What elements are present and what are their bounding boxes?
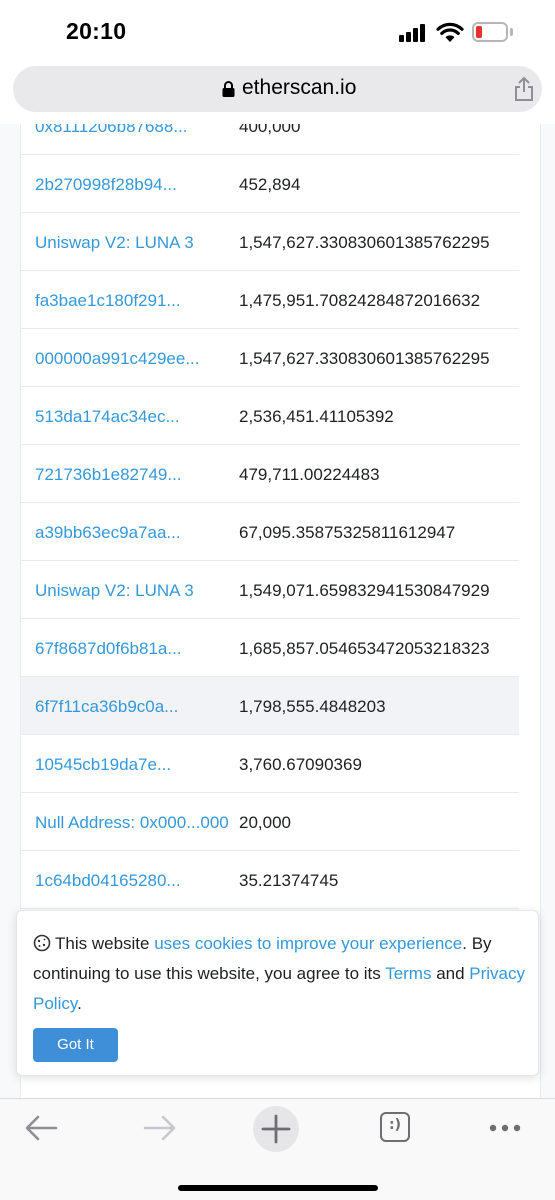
holder-address-text: a39bb63ec9a7aa... bbox=[35, 523, 181, 542]
cookie-icon bbox=[33, 934, 51, 952]
new-tab-button[interactable] bbox=[253, 1106, 299, 1152]
holder-quantity: 400,000 bbox=[239, 124, 301, 136]
holder-address-link[interactable]: a39bb63ec9a7aa... bbox=[35, 522, 235, 544]
holder-quantity: 479,711.00224483 bbox=[239, 465, 380, 484]
holder-quantity: 2,536,451.41105392 bbox=[239, 407, 394, 426]
table-row: 67f8687d0f6b81a... 1,685,857.054653472053… bbox=[21, 619, 519, 677]
lock-icon bbox=[222, 81, 235, 97]
holder-address-text: Null Address: 0x000...000 bbox=[35, 813, 229, 832]
browser-toolbar: :) bbox=[0, 1098, 555, 1200]
holder-quantity: 3,760.67090369 bbox=[239, 755, 362, 774]
holder-quantity: 1,549,071.659832941530847929 bbox=[239, 581, 490, 600]
cookie-text: This website uses cookies to improve you… bbox=[33, 929, 528, 1019]
holder-address-text: fa3bae1c180f291... bbox=[35, 291, 181, 310]
holder-address-link[interactable]: fa3bae1c180f291... bbox=[35, 290, 235, 312]
table-row: 513da174ac34ec... 2,536,451.41105392 bbox=[21, 387, 519, 445]
cookie-text-4: . bbox=[77, 994, 82, 1013]
table-row: fa3bae1c180f291... 1,475,951.708242848720… bbox=[21, 271, 519, 329]
back-arrow-icon[interactable] bbox=[20, 1111, 64, 1145]
holder-address-text: Uniswap V2: LUNA 3 bbox=[35, 581, 194, 600]
wifi-icon bbox=[436, 22, 464, 42]
cookie-policy-link[interactable]: uses cookies to improve your experience bbox=[154, 934, 462, 953]
share-icon[interactable] bbox=[512, 76, 536, 102]
new-tab-plus-icon bbox=[261, 1114, 291, 1144]
holder-quantity: 1,547,627.330830601385762295 bbox=[239, 233, 490, 252]
holder-quantity: 1,798,555.4848203 bbox=[239, 697, 386, 716]
holder-address-text: 0x8111206b87688... bbox=[35, 124, 188, 136]
table-row: 6f7f11ca36b9c0a... 1,798,555.4848203 bbox=[21, 677, 519, 735]
holder-address-link[interactable]: 67f8687d0f6b81a... bbox=[35, 638, 235, 660]
holder-address-text: 67f8687d0f6b81a... bbox=[35, 639, 182, 658]
holder-address-text: 000000a991c429ee... bbox=[35, 349, 200, 368]
holder-address-link[interactable]: 513da174ac34ec... bbox=[35, 406, 235, 428]
holder-address-text: 6f7f11ca36b9c0a... bbox=[35, 697, 179, 716]
address-bar[interactable]: etherscan.io bbox=[13, 66, 542, 112]
table-row: Uniswap V2: LUNA 3 1,549,071.659832941530… bbox=[21, 561, 519, 619]
table-row: 721736b1e82749... 479,711.00224483 bbox=[21, 445, 519, 503]
holder-quantity: 67,095.35875325811612947 bbox=[239, 523, 456, 542]
terms-link[interactable]: Terms bbox=[385, 964, 431, 983]
holder-address-link[interactable]: 2b270998f28b94... bbox=[35, 174, 235, 196]
table-row: 000000a991c429ee... 1,547,627.33083060138… bbox=[21, 329, 519, 387]
holder-quantity: 1,475,951.70824284872016632 bbox=[239, 291, 481, 310]
cookie-banner: This website uses cookies to improve you… bbox=[16, 910, 539, 1076]
cookie-text-3: and bbox=[431, 964, 470, 983]
table-row: a39bb63ec9a7aa... 67,095.3587532581161294… bbox=[21, 503, 519, 561]
tabs-icon[interactable]: :) bbox=[380, 1112, 410, 1142]
more-dots-icon[interactable] bbox=[483, 1111, 527, 1145]
table-row: 1c64bd04165280... 35.21374745 bbox=[21, 851, 519, 909]
table-row: 2b270998f28b94... 452,894 bbox=[21, 155, 519, 213]
cookie-text-1: This website bbox=[55, 934, 155, 953]
battery-icon bbox=[472, 22, 508, 42]
status-bar: 20:10 bbox=[0, 0, 555, 64]
table-row: Uniswap V2: LUNA 3 1,547,627.330830601385… bbox=[21, 213, 519, 271]
cellular-signal-icon bbox=[399, 24, 429, 42]
holder-quantity: 35.21374745 bbox=[239, 871, 339, 890]
holder-address-link[interactable]: Uniswap V2: LUNA 3 bbox=[35, 580, 235, 602]
got-it-button[interactable]: Got It bbox=[33, 1028, 118, 1062]
holder-address-text: 10545cb19da7e... bbox=[35, 755, 172, 774]
table-row: 0x8111206b87688... 400,000 bbox=[21, 124, 519, 155]
holder-quantity: 452,894 bbox=[239, 175, 301, 194]
forward-arrow-icon[interactable] bbox=[137, 1111, 181, 1145]
holder-quantity: 1,547,627.330830601385762295 bbox=[239, 349, 490, 368]
holder-address-link[interactable]: 1c64bd04165280... bbox=[35, 870, 235, 892]
holder-address-text: 2b270998f28b94... bbox=[35, 175, 177, 194]
table-row: 10545cb19da7e... 3,760.67090369 bbox=[21, 735, 519, 793]
holder-quantity: 20,000 bbox=[239, 813, 291, 832]
holder-address-link[interactable]: 721736b1e82749... bbox=[35, 464, 235, 486]
holder-address-link[interactable]: Uniswap V2: LUNA 3 bbox=[35, 232, 235, 254]
holder-address-link[interactable]: 6f7f11ca36b9c0a... bbox=[35, 696, 235, 718]
url-text: etherscan.io bbox=[242, 76, 357, 99]
table-row: Null Address: 0x000...000 20,000 bbox=[21, 793, 519, 851]
battery-tip bbox=[510, 28, 513, 36]
holder-address-link[interactable]: 0x8111206b87688... bbox=[35, 124, 235, 138]
status-time: 20:10 bbox=[66, 18, 127, 44]
home-indicator bbox=[178, 1185, 378, 1191]
holder-address-link[interactable]: Null Address: 0x000...000 bbox=[35, 812, 235, 834]
holder-address-text: 1c64bd04165280... bbox=[35, 871, 181, 890]
holder-address-link[interactable]: 10545cb19da7e... bbox=[35, 754, 235, 776]
holder-address-text: Uniswap V2: LUNA 3 bbox=[35, 233, 194, 252]
holder-address-text: 513da174ac34ec... bbox=[35, 407, 180, 426]
holder-address-text: 721736b1e82749... bbox=[35, 465, 182, 484]
tabs-count: :) bbox=[389, 1117, 401, 1133]
holder-address-link[interactable]: 000000a991c429ee... bbox=[35, 348, 235, 370]
holder-quantity: 1,685,857.054653472053218323 bbox=[239, 639, 490, 658]
